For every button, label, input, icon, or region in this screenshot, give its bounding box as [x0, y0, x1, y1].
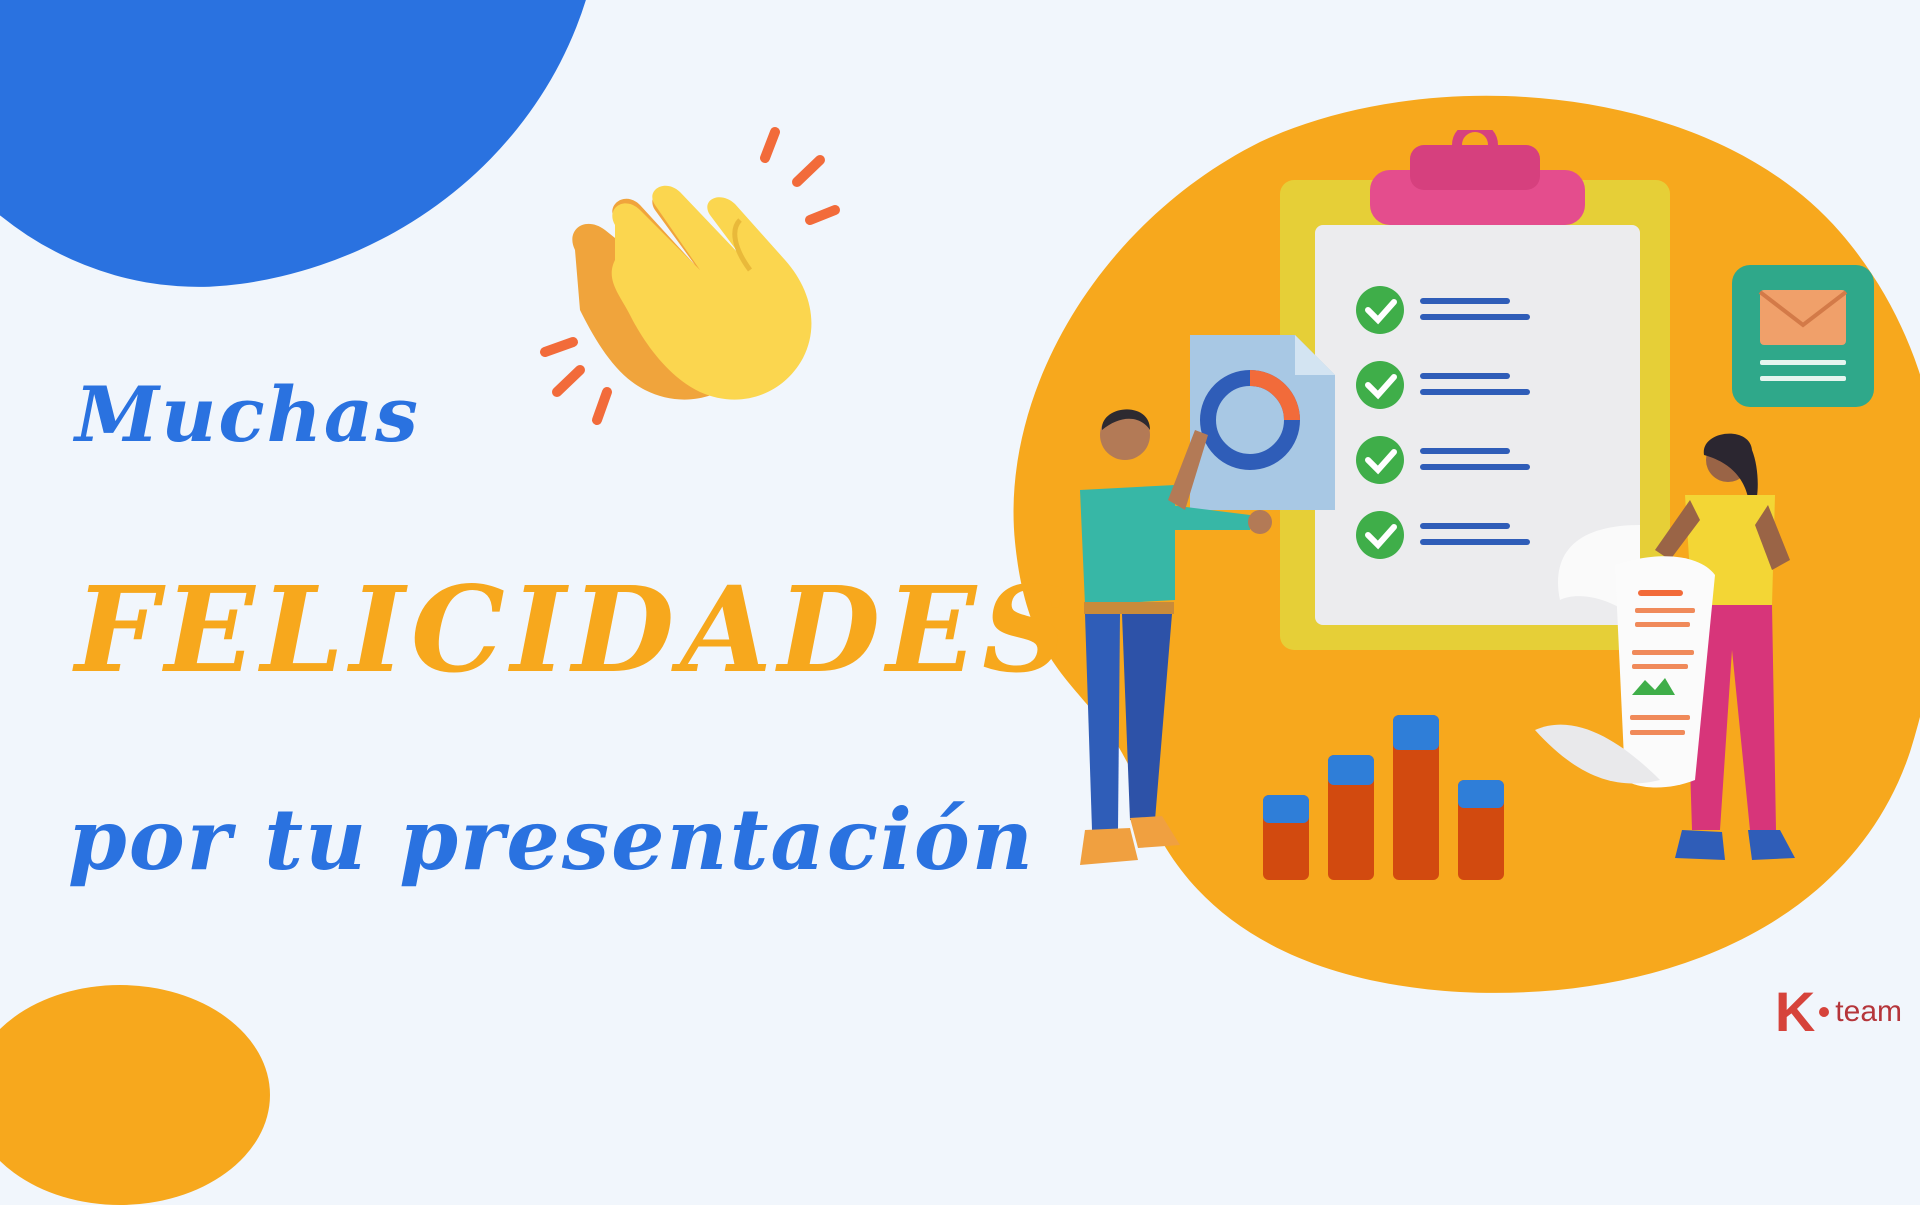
- donut-chart-icon: [1190, 335, 1335, 510]
- bar-chart-icon: [1263, 715, 1504, 880]
- clapping-hands-icon: [540, 127, 840, 425]
- logo-letter: K: [1774, 980, 1816, 1043]
- clipboard-checklist-icon: [1280, 130, 1670, 650]
- headline-muchas: Muchas: [75, 370, 420, 459]
- productivity-illustration: [1080, 130, 1874, 880]
- orange-decorative-blob-bottom: [0, 985, 270, 1205]
- kteam-logo: K team: [1775, 984, 1902, 1040]
- logo-word: team: [1835, 995, 1902, 1028]
- headline-felicidades: FELICIDADES: [75, 560, 1074, 699]
- envelope-icon: [1732, 265, 1874, 407]
- logo-dot: [1819, 1007, 1830, 1017]
- headline-por-tu-presentacion: por tu presentación: [68, 790, 1036, 889]
